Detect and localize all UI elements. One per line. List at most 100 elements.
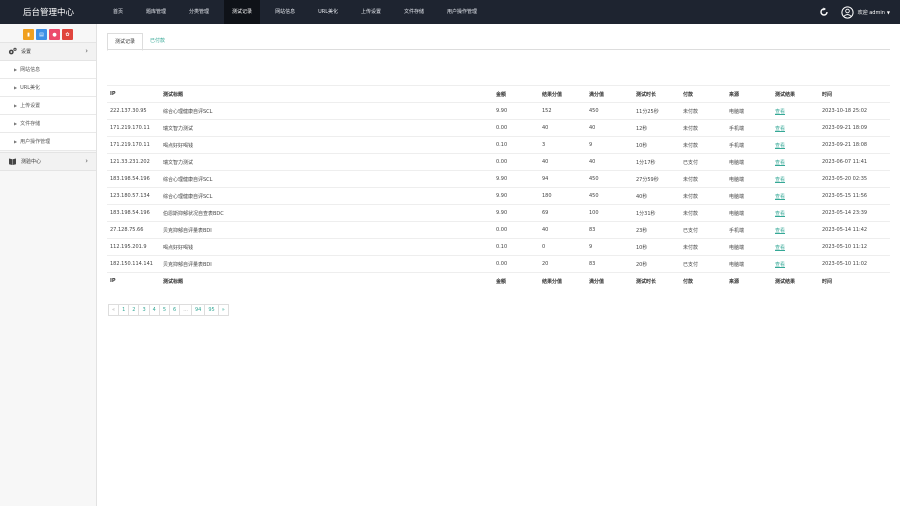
sidebar-group-label: 设置	[21, 49, 32, 55]
view-result-link[interactable]: 查看	[772, 255, 819, 273]
shortcut-settings-icon[interactable]: ✿	[62, 29, 73, 40]
welcome-user[interactable]: 欢迎 admin	[858, 9, 885, 16]
nav-item-3[interactable]: 测试记录	[224, 0, 261, 24]
table-cell: 0	[539, 238, 586, 256]
page-button[interactable]: 3	[139, 305, 150, 315]
table-cell: 0.00	[493, 153, 539, 171]
refresh-icon[interactable]	[819, 7, 829, 17]
sidebar-item-1[interactable]: ▶ URL美化	[0, 79, 96, 97]
table-cell: 电脑端	[726, 238, 772, 256]
caret-down-icon[interactable]: ▼	[887, 10, 890, 15]
table-cell: 12秒	[633, 119, 680, 137]
table-cell: 112.195.201.9	[107, 238, 160, 256]
sidebar-item-4[interactable]: ▶ 用户操作管理	[0, 133, 96, 151]
sidebar-item-3[interactable]: ▶ 文件存储	[0, 115, 96, 133]
sidebar-submenu: ▶ 网站信息 ▶ URL美化 ▶ 上传设置 ▶ 文件存储 ▶ 用户操作管理	[0, 61, 96, 151]
shortcut-file-icon[interactable]: ▤	[36, 29, 47, 40]
table-cell: 171.219.170.11	[107, 119, 160, 137]
main-content: 测试记录 已付款 IP 测试标题 金额 结果分值 满分值 测试时长 付款 来源 测试结果 时间 2…	[97, 24, 900, 506]
main-nav: 首页 题库管理 分类管理 测试记录 网站信息 URL美化 上传设置 文件存储 用户操作管理	[105, 0, 492, 24]
column-header: 结果分值	[539, 272, 586, 289]
view-result-link[interactable]: 查看	[772, 221, 819, 239]
page-button[interactable]: 2	[129, 305, 140, 315]
table-cell: 20秒	[633, 255, 680, 273]
table-cell: 2023-06-07 11:41	[819, 153, 890, 171]
view-result-link[interactable]: 查看	[772, 238, 819, 256]
page-button[interactable]: 1	[119, 305, 130, 315]
column-header: 测试结果	[772, 272, 819, 289]
page-button[interactable]: 4	[149, 305, 160, 315]
table-cell: 2023-10-18 25:02	[819, 102, 890, 120]
table-cell: 喝点好好喝钱	[160, 238, 493, 256]
chevron-right-icon: ›	[85, 157, 88, 165]
view-result-link[interactable]: 查看	[772, 204, 819, 222]
top-bar: 后台管理中心 首页 题库管理 分类管理 测试记录 网站信息 URL美化 上传设置 文件存储 用户…	[0, 0, 900, 24]
column-header: 付款	[680, 272, 726, 289]
table-cell: 450	[586, 102, 633, 120]
table-cell: 40	[586, 153, 633, 171]
column-header: 测试时长	[633, 272, 680, 289]
shortcut-chart-icon[interactable]: ▮	[23, 29, 34, 40]
page-button[interactable]: 95	[205, 305, 219, 315]
records-table: IP 测试标题 金额 结果分值 满分值 测试时长 付款 来源 测试结果 时间 222.137.30…	[107, 85, 890, 289]
table-cell: 222.137.30.95	[107, 102, 160, 120]
view-result-link[interactable]: 查看	[772, 136, 819, 154]
sidebar-group-settings[interactable]: 设置 ›	[0, 42, 96, 61]
page-button[interactable]: 94	[191, 305, 206, 315]
column-header: 来源	[726, 85, 772, 103]
nav-item-7[interactable]: 文件存储	[396, 0, 432, 24]
view-result-link[interactable]: 查看	[772, 119, 819, 137]
nav-item-2[interactable]: 分类管理	[181, 0, 217, 24]
table-cell: 450	[586, 187, 633, 205]
table-cell: 2023-05-10 11:02	[819, 255, 890, 273]
table-cell: 2023-05-15 11:56	[819, 187, 890, 205]
table-cell: 手机端	[726, 221, 772, 239]
user-avatar-icon[interactable]	[841, 5, 854, 19]
table-cell: 2023-05-20 02:35	[819, 170, 890, 188]
view-result-link[interactable]: 查看	[772, 170, 819, 188]
nav-item-5[interactable]: URL美化	[310, 0, 346, 24]
table-cell: 已支付	[680, 153, 726, 171]
gears-icon	[8, 47, 17, 55]
table-cell: 瑞文智力测试	[160, 119, 493, 137]
table-cell: 23秒	[633, 221, 680, 239]
nav-item-4[interactable]: 网站信息	[267, 0, 303, 24]
nav-item-0[interactable]: 首页	[105, 0, 131, 24]
sidebar-item-0[interactable]: ▶ 网站信息	[0, 61, 96, 79]
view-result-link[interactable]: 查看	[772, 102, 819, 120]
sidebar-item-2[interactable]: ▶ 上传设置	[0, 97, 96, 115]
column-header: 测试标题	[160, 85, 493, 103]
table-cell: 综合心理健康自评SCL	[160, 170, 493, 188]
page-button[interactable]: 5	[159, 305, 170, 315]
view-result-link[interactable]: 查看	[772, 187, 819, 205]
nav-item-1[interactable]: 题库管理	[138, 0, 174, 24]
column-header: 金额	[493, 272, 539, 289]
table-row: 123.180.57.134 综合心理健康自评SCL 9.90 180 450 40秒 未付…	[107, 187, 890, 205]
view-result-link[interactable]: 查看	[772, 153, 819, 171]
nav-item-6[interactable]: 上传设置	[353, 0, 389, 24]
table-cell: 2023-09-21 18:08	[819, 136, 890, 154]
page-button[interactable]: 6	[170, 305, 181, 315]
tab-paid[interactable]: 已付款	[143, 33, 172, 49]
table-cell: 40	[586, 119, 633, 137]
table-row: 171.219.170.11 喝点好好喝钱 0.10 3 9 10秒 未付款 手机端 查看 202…	[107, 136, 890, 154]
table-cell: 20	[539, 255, 586, 273]
page-button: ...	[180, 305, 192, 315]
page-button[interactable]: »	[218, 305, 228, 315]
table-cell: 182.150.114.141	[107, 255, 160, 273]
table-cell: 10秒	[633, 238, 680, 256]
tab-divider	[107, 49, 890, 50]
column-header: 满分值	[586, 272, 633, 289]
table-cell: 贝克抑郁自评量表BDI	[160, 221, 493, 239]
sidebar-group-quiz-center[interactable]: 测验中心 ›	[0, 152, 96, 171]
shortcut-user-icon[interactable]: ●	[49, 29, 60, 40]
table-cell: 1分17秒	[633, 153, 680, 171]
table-cell: 2023-05-14 23:39	[819, 204, 890, 222]
nav-item-8[interactable]: 用户操作管理	[439, 0, 485, 24]
table-row: 121.33.231.202 瑞文智力测试 0.00 40 40 1分17秒 已支付 电脑端查…	[107, 153, 890, 171]
table-cell: 9.90	[493, 187, 539, 205]
table-cell: 电脑端	[726, 255, 772, 273]
column-header: IP	[107, 85, 160, 103]
page-button[interactable]: «	[109, 305, 120, 315]
table-cell: 0.00	[493, 119, 539, 137]
